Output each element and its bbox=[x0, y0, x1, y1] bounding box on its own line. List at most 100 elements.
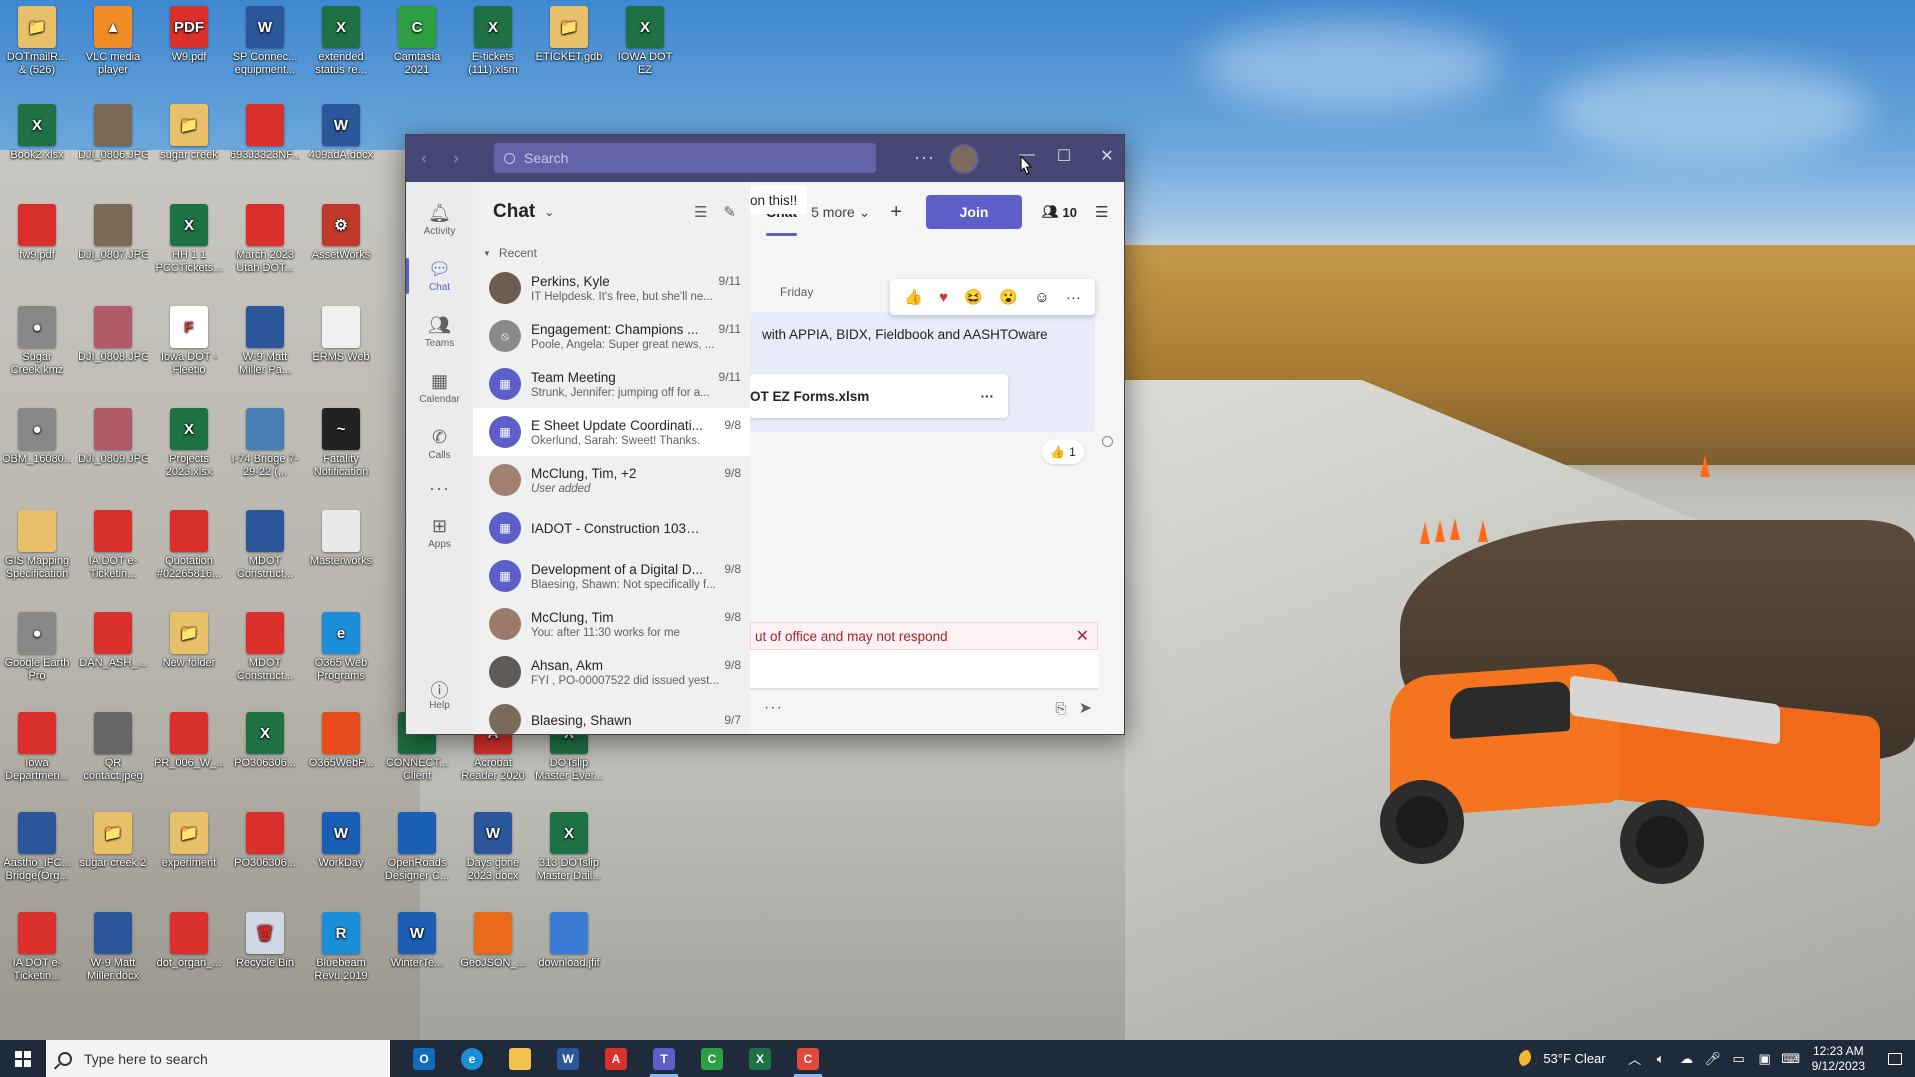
user-avatar[interactable] bbox=[949, 144, 979, 174]
start-button[interactable] bbox=[0, 1040, 46, 1077]
chat-list-item[interactable]: Blaesing, Shawn 9/7 bbox=[473, 696, 750, 734]
desktop-icon[interactable]: X Book2.xlsx bbox=[2, 104, 72, 162]
laugh-reaction-icon[interactable]: 😆 bbox=[964, 288, 983, 306]
battery-icon[interactable]: ▭ bbox=[1726, 1051, 1752, 1067]
close-banner-icon[interactable]: ✕ bbox=[1076, 626, 1089, 646]
list-icon[interactable]: ☰ bbox=[1095, 203, 1108, 221]
desktop-icon[interactable]: Aastho_IFC... Bridge(Org... bbox=[2, 812, 72, 883]
desktop-icon[interactable]: Masterworks bbox=[306, 510, 376, 568]
maximize-icon[interactable]: ☐ bbox=[1051, 146, 1077, 166]
chat-list-item[interactable]: ▦ IADOT - Construction 103 Op... bbox=[473, 504, 750, 552]
compose-more-icon[interactable]: ··· bbox=[764, 699, 783, 717]
taskbar-word[interactable]: W bbox=[544, 1040, 592, 1077]
desktop-icon[interactable]: X PO306306... bbox=[230, 712, 300, 770]
rail-help[interactable]: ⓘ Help bbox=[406, 666, 473, 722]
desktop-icon[interactable]: download.jfif bbox=[534, 912, 604, 970]
desktop-icon[interactable]: W-9 Matt Miller Pa... bbox=[230, 306, 300, 377]
compose-box[interactable] bbox=[750, 650, 1098, 690]
join-button[interactable]: Join bbox=[926, 195, 1023, 229]
send-icon[interactable]: ➤ bbox=[1079, 698, 1092, 718]
rail-chat[interactable]: 💬︎ Chat bbox=[406, 248, 473, 304]
desktop-icon[interactable]: 🗑 Recycle Bin bbox=[230, 912, 300, 970]
chat-list-item[interactable]: McClung, Tim, +2 9/8 User added bbox=[473, 456, 750, 504]
desktop-icon[interactable]: X Projects 2023.xlsx bbox=[154, 408, 224, 479]
desktop-icon[interactable]: Quotation #02265816... bbox=[154, 510, 224, 581]
desktop-icon[interactable]: ~ Fatality Notification bbox=[306, 408, 376, 479]
file-more-icon[interactable]: ··· bbox=[981, 389, 995, 404]
desktop-icon[interactable]: PR_006_W_... bbox=[154, 712, 224, 770]
surprised-reaction-icon[interactable]: 😮 bbox=[999, 288, 1018, 306]
chevron-down-icon[interactable]: ⌄ bbox=[544, 205, 554, 219]
close-icon[interactable]: ✕ bbox=[1094, 146, 1120, 166]
keyboard-icon[interactable]: ⌨︎ bbox=[1778, 1051, 1804, 1067]
desktop-icon[interactable]: PO306306... bbox=[230, 812, 300, 870]
desktop-icon[interactable]: O365WebP... bbox=[306, 712, 376, 770]
desktop-icon[interactable]: X HH 1 1 PCCTickets... bbox=[154, 204, 224, 275]
desktop-icon[interactable]: W WinterTe... bbox=[382, 912, 452, 970]
chevron-up-icon[interactable]: ︿ bbox=[1622, 1049, 1648, 1068]
desktop-icon[interactable]: OpenRoads Designer C... bbox=[382, 812, 452, 883]
cloud-icon[interactable]: ☁︎ bbox=[1674, 1051, 1700, 1067]
reaction-count-badge[interactable]: 👍 1 bbox=[1042, 440, 1084, 464]
desktop-icon[interactable]: I-74 Bridge 7-29-22 (... bbox=[230, 408, 300, 479]
desktop-icon[interactable]: 📁 ETICKET.gdb bbox=[534, 6, 604, 64]
taskbar-acrobat[interactable]: A bbox=[592, 1040, 640, 1077]
taskbar-outlook[interactable]: O bbox=[400, 1040, 448, 1077]
desktop-icon[interactable]: ▲ VLC media player bbox=[78, 6, 148, 77]
desktop-icon[interactable]: fw9.pdf bbox=[2, 204, 72, 262]
chat-list-item[interactable]: Ahsan, Akm 9/8 FYI , PO-00007522 did issue… bbox=[473, 648, 750, 696]
rail-activity[interactable]: 🔔︎ Activity bbox=[406, 192, 473, 248]
microphone-icon[interactable]: 🎤︎ bbox=[1700, 1051, 1726, 1067]
taskbar-file-explorer[interactable] bbox=[496, 1040, 544, 1077]
taskbar-excel[interactable]: X bbox=[736, 1040, 784, 1077]
rail-apps[interactable]: ⊞ Apps bbox=[406, 505, 473, 561]
new-chat-icon[interactable]: ✎ bbox=[723, 203, 736, 221]
tab-more[interactable]: 5 more ⌄ bbox=[811, 204, 870, 221]
clock[interactable]: 12:23 AM 9/12/2023 bbox=[1812, 1044, 1865, 1074]
desktop-icon[interactable]: DJI_0809.JPG bbox=[78, 408, 148, 466]
loop-icon[interactable]: ⎘ bbox=[1055, 700, 1066, 717]
taskbar-camtasia-recorder[interactable]: C bbox=[784, 1040, 832, 1077]
desktop-icon[interactable]: 📁 DOTmailR... & (526) bbox=[2, 6, 72, 77]
taskbar-search-input[interactable]: Type here to search bbox=[46, 1040, 390, 1077]
desktop-icon[interactable]: Xextended status re... bbox=[306, 6, 376, 77]
desktop-icon[interactable]: 📁 sugar creek 2 bbox=[78, 812, 148, 870]
notifications-icon[interactable] bbox=[1875, 1040, 1915, 1077]
desktop-icon[interactable]: W-9 Matt Miller.docx bbox=[78, 912, 148, 983]
desktop-icon[interactable]: GIS Mapping Specification bbox=[2, 510, 72, 581]
desktop-icon[interactable]: IA DOT e-Ticketin... bbox=[2, 912, 72, 983]
desktop-icon[interactable]: GeoJSON_... bbox=[458, 912, 528, 970]
rail-calls[interactable]: ✆ Calls bbox=[406, 416, 473, 472]
desktop-icon[interactable]: ⚙ AssetWorks bbox=[306, 204, 376, 262]
desktop-icon[interactable]: ERMS Web bbox=[306, 306, 376, 364]
recent-section-header[interactable]: ▼ Recent bbox=[473, 242, 750, 264]
back-arrow-icon[interactable]: ‹ bbox=[410, 150, 438, 168]
desktop-icon[interactable]: X IOWA DOT EZ Forms.xlsm bbox=[610, 6, 680, 77]
desktop-icon[interactable]: C Camtasia 2021 bbox=[382, 6, 452, 77]
add-reaction-icon[interactable]: ☺ bbox=[1034, 289, 1049, 306]
chat-list-item[interactable]: ⦸ Engagement: Champions ... 9/11 Poole, Ang… bbox=[473, 312, 750, 360]
desktop-icon[interactable]: DJI_0808.JPG bbox=[78, 306, 148, 364]
desktop-icon[interactable]: QR contact.jpeg bbox=[78, 712, 148, 783]
desktop-icon[interactable]: 📁 New folder bbox=[154, 612, 224, 670]
desktop-icon[interactable]: MDOT Construct... bbox=[230, 510, 300, 581]
desktop-icon[interactable]: ● OBM_16080... bbox=[2, 408, 72, 466]
desktop-icon[interactable]: W 409adA.docx bbox=[306, 104, 376, 162]
desktop-icon[interactable]: IA DOT e-Ticketin... bbox=[78, 510, 148, 581]
network-icon[interactable]: ▣ bbox=[1752, 1051, 1778, 1067]
desktop-icon[interactable]: W Days gone 2023.docx bbox=[458, 812, 528, 883]
filter-icon[interactable]: ☰ bbox=[694, 203, 707, 221]
desktop-icon[interactable]: DAN_ASH_... bbox=[78, 612, 148, 670]
participants-button[interactable]: 👥︎ 10 bbox=[1042, 204, 1077, 220]
file-attachment[interactable]: OT EZ Forms.xlsm ··· bbox=[750, 374, 1008, 418]
desktop-icon[interactable]: X 313 DOTslip Master Dail... bbox=[534, 812, 604, 883]
weather-widget[interactable]: 53°F Clear bbox=[1519, 1049, 1606, 1068]
desktop-icon[interactable]: X E-tickets (111).xlsm bbox=[458, 6, 528, 77]
message-more-icon[interactable]: ··· bbox=[1066, 289, 1081, 306]
forward-arrow-icon[interactable]: › bbox=[442, 150, 470, 168]
add-tab-icon[interactable]: + bbox=[890, 201, 902, 224]
volume-icon[interactable]: 🔈︎ bbox=[1648, 1051, 1674, 1067]
chat-list-item[interactable]: Perkins, Kyle 9/11 IT Helpdesk. It's free,… bbox=[473, 264, 750, 312]
desktop-icon[interactable]: ● Sugar Creek.kmz bbox=[2, 306, 72, 377]
desktop-icon[interactable]: e O365 Web Programs bbox=[306, 612, 376, 683]
